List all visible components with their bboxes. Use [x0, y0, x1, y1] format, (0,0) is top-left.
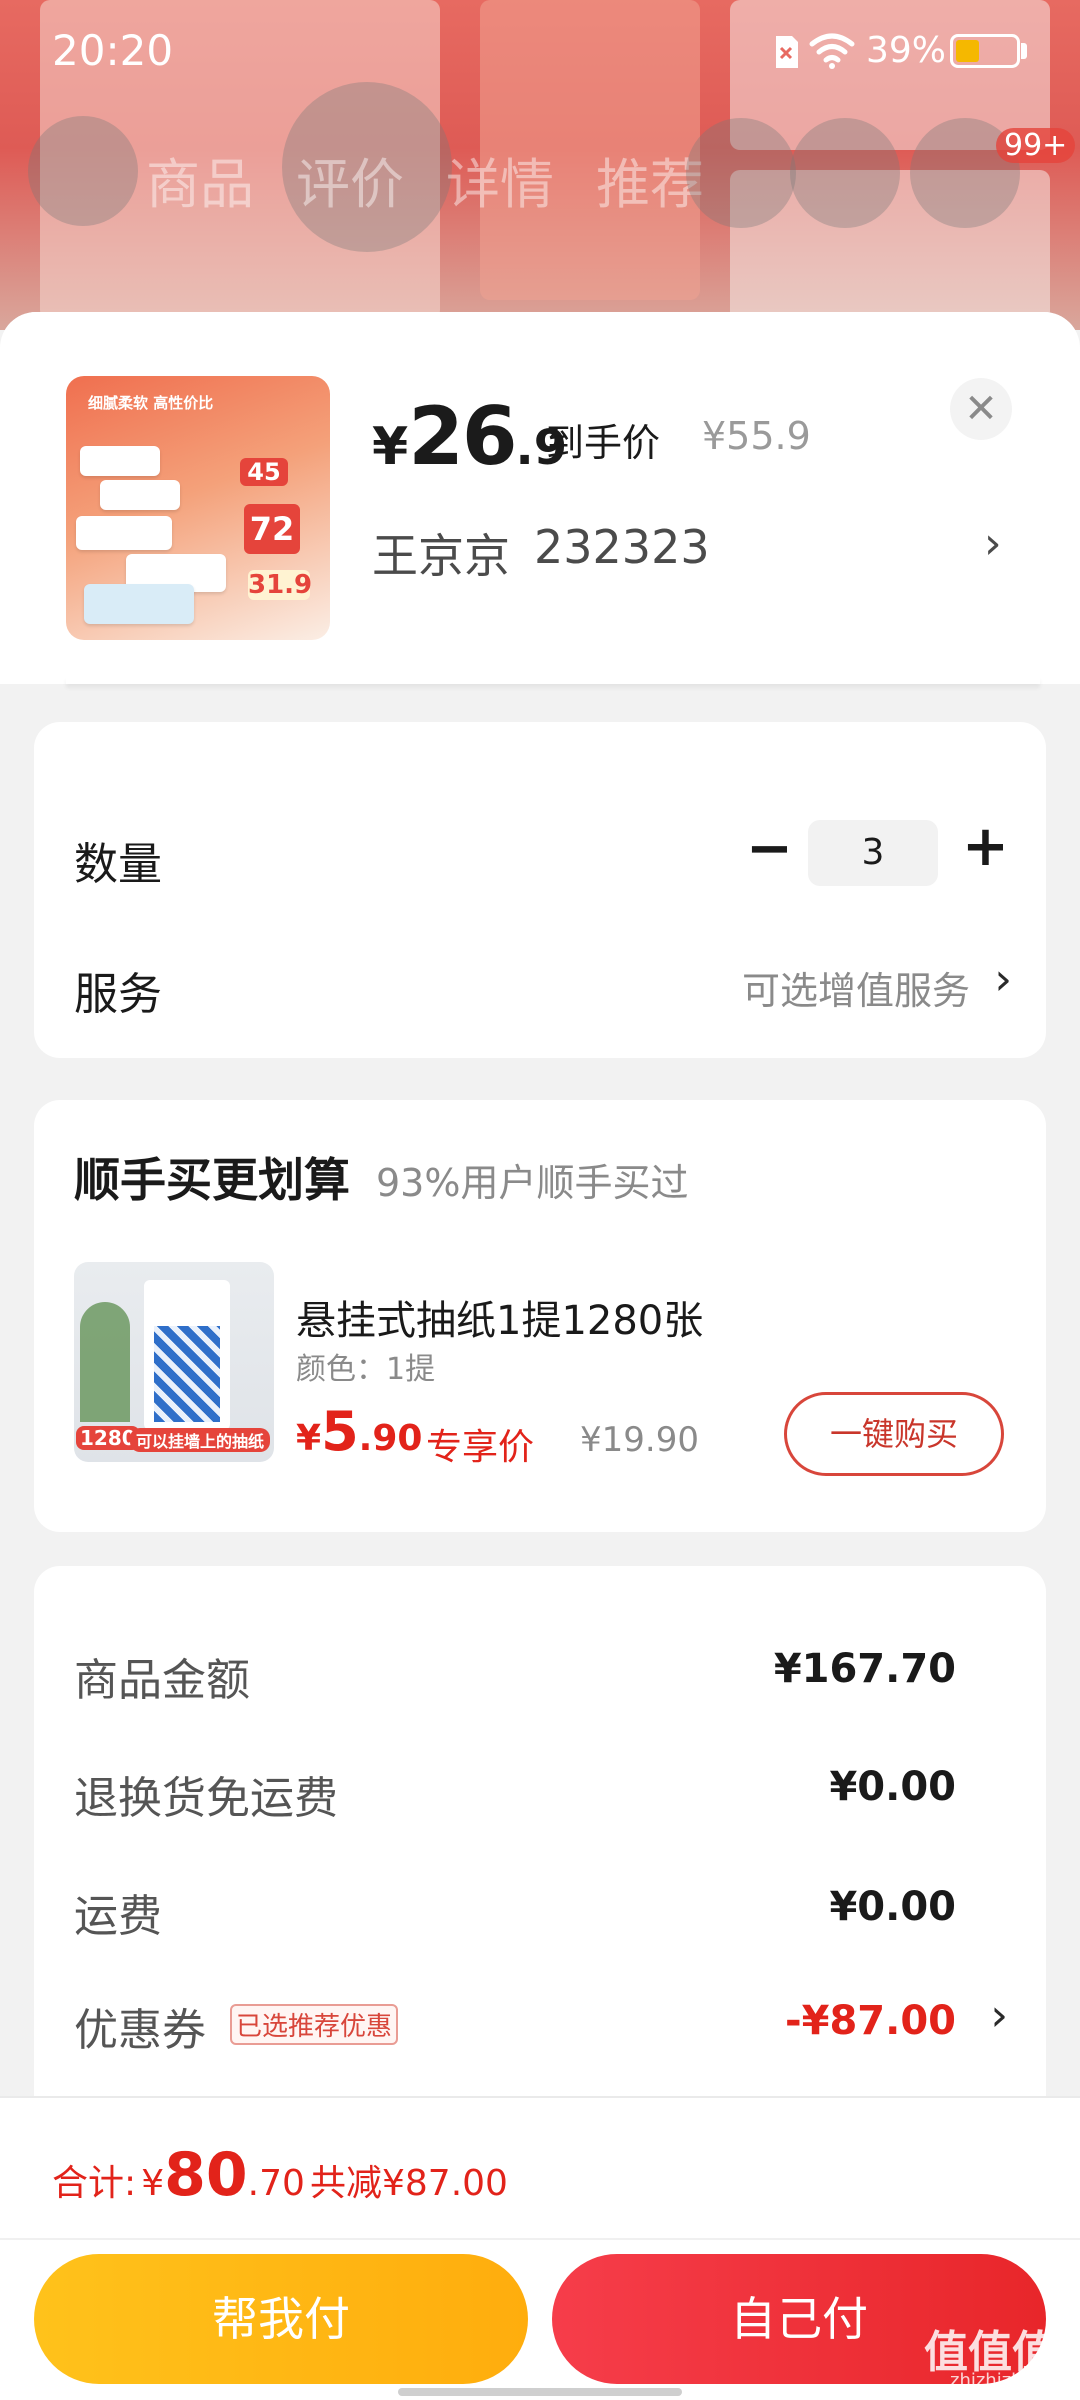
bg-nav-tab: 评价 — [296, 153, 404, 216]
checkout-sheet: 细腻柔软 高性价比 45 72 31.9 ¥26.9 到手价 ¥55.9 ✕ 王… — [0, 312, 1080, 2400]
battery-tip — [1021, 43, 1027, 59]
addon-plant — [80, 1302, 130, 1422]
summary-value: ¥167.70 — [773, 1646, 956, 1692]
coupon-label: 优惠券 — [74, 2005, 206, 2056]
bottom-divider — [0, 2096, 1080, 2098]
quantity-input[interactable]: 3 — [808, 820, 938, 886]
chevron-right-icon: › — [990, 1990, 1008, 2041]
quantity-value: 3 — [861, 832, 885, 873]
buy-button-label: 一键购买 — [829, 1415, 958, 1453]
status-bar: 20:20 39% — [0, 0, 1080, 100]
bg-back-button — [28, 116, 138, 226]
summary-label: 商品金额 — [74, 1655, 250, 1706]
status-time: 20:20 — [52, 26, 174, 75]
addon-product-image[interactable]: 1280 可以挂墙上的抽纸 — [74, 1262, 274, 1462]
watermark-url: zhizhizhi.com — [950, 2370, 1072, 2391]
price-label: 到手价 — [546, 421, 661, 465]
thumb-deal-badge: 72 — [244, 504, 300, 554]
addon-item-spec: 颜色：1提 — [296, 1352, 436, 1387]
summary-label: 运费 — [74, 1891, 162, 1942]
addon-pack-pattern — [154, 1326, 220, 1422]
address-row[interactable]: 王京京 232323 › — [372, 508, 1032, 594]
addon-title: 顺手买更划算 — [74, 1153, 350, 1207]
close-icon: ✕ — [964, 386, 998, 432]
self-pay-label: 自己付 — [730, 2292, 868, 2346]
thumb-tissue-box — [80, 446, 160, 476]
coupon-tag: 已选推荐优惠 — [230, 2004, 399, 2045]
price-line: ¥26.9 — [372, 390, 567, 483]
addon-original-price: ¥19.90 — [580, 1420, 699, 1460]
total-symbol: ¥ — [141, 2163, 165, 2204]
home-indicator — [398, 2388, 682, 2396]
product-thumbnail[interactable]: 细腻柔软 高性价比 45 72 31.9 — [66, 376, 330, 640]
thumb-tissue-box — [84, 584, 194, 624]
total-integer: 80 — [164, 2140, 248, 2210]
coupon-value: -¥87.00 — [785, 1998, 956, 2044]
summary-value: ¥0.00 — [829, 1884, 956, 1930]
header-divider — [66, 676, 1040, 684]
thumb-tissue-box — [100, 480, 180, 510]
summary-value: ¥0.00 — [829, 1764, 956, 1810]
service-selector[interactable]: 可选增值服务 › — [684, 948, 1020, 1018]
original-price: ¥55.9 — [702, 414, 811, 458]
addon-subtitle: 93%用户顺手买过 — [376, 1161, 689, 1205]
addon-img-caption: 可以挂墙上的抽纸 — [130, 1428, 271, 1452]
chevron-right-icon: › — [994, 954, 1012, 1005]
thumb-tissue-box — [76, 516, 172, 550]
quantity-minus-button[interactable]: − — [746, 816, 793, 881]
coupon-row[interactable]: 优惠券 已选推荐优惠 -¥87.00 › — [34, 1976, 1046, 2076]
addon-price-integer: 5 — [321, 1400, 359, 1463]
addon-card: 顺手买更划算 93%用户顺手买过 1280 可以挂墙上的抽纸 悬挂式抽纸1提12… — [34, 1100, 1046, 1532]
total-label: 合计: — [52, 2163, 137, 2204]
help-pay-button[interactable]: 帮我付 — [34, 2254, 528, 2384]
service-label: 服务 — [74, 969, 162, 1020]
close-button[interactable]: ✕ — [950, 378, 1012, 440]
battery-icon — [950, 34, 1020, 68]
bg-favorite-button — [686, 118, 796, 228]
price-integer: 26 — [408, 390, 517, 483]
addon-item-name[interactable]: 悬挂式抽纸1提1280张 — [296, 1288, 703, 1346]
checkout-bottom-bar: 合计: ¥80.70 共减¥87.00 帮我付 自己付 — [0, 2096, 1080, 2400]
total-decimal: .70 — [247, 2163, 305, 2204]
recipient-phone: 232323 — [534, 520, 710, 574]
help-pay-label: 帮我付 — [212, 2292, 350, 2346]
thumb-headline: 细腻柔软 高性价比 — [88, 394, 214, 412]
total-saved: 共减¥87.00 — [310, 2163, 508, 2204]
quantity-service-card: 数量 − 3 + 服务 可选增值服务 › — [34, 722, 1046, 1058]
battery-percent: 39% — [866, 30, 947, 71]
one-click-buy-button[interactable]: 一键购买 — [784, 1392, 1004, 1476]
bg-nav-tab: 商品 — [146, 153, 254, 216]
total-line: 合计: ¥80.70 共减¥87.00 — [52, 2140, 508, 2210]
addon-price-line: ¥5.90 — [296, 1400, 422, 1463]
quantity-label: 数量 — [74, 839, 162, 890]
sim-off-icon — [776, 36, 798, 68]
summary-label: 退换货免运费 — [74, 1773, 338, 1824]
sheet-header: 细腻柔软 高性价比 45 72 31.9 ¥26.9 到手价 ¥55.9 ✕ 王… — [0, 312, 1080, 684]
chevron-right-icon: › — [984, 518, 1002, 569]
quantity-plus-button[interactable]: + — [962, 814, 1009, 879]
addon-price-symbol: ¥ — [296, 1418, 322, 1459]
bg-nav-tab: 详情 — [446, 153, 554, 216]
recipient-name: 王京京 — [372, 529, 510, 583]
thumb-coupon-badge: 45 — [240, 458, 288, 486]
bottom-rule — [0, 2238, 1080, 2240]
battery-level — [956, 40, 979, 62]
thumb-final-price: 31.9 — [248, 570, 313, 600]
service-value: 可选增值服务 — [741, 969, 970, 1013]
bg-cart-badge: 99+ — [996, 128, 1076, 163]
bg-share-button — [790, 118, 900, 228]
price-symbol: ¥ — [372, 417, 409, 477]
wifi-icon — [809, 33, 855, 69]
addon-price-decimal: .90 — [358, 1418, 423, 1459]
addon-price-label: 专享价 — [426, 1427, 535, 1468]
